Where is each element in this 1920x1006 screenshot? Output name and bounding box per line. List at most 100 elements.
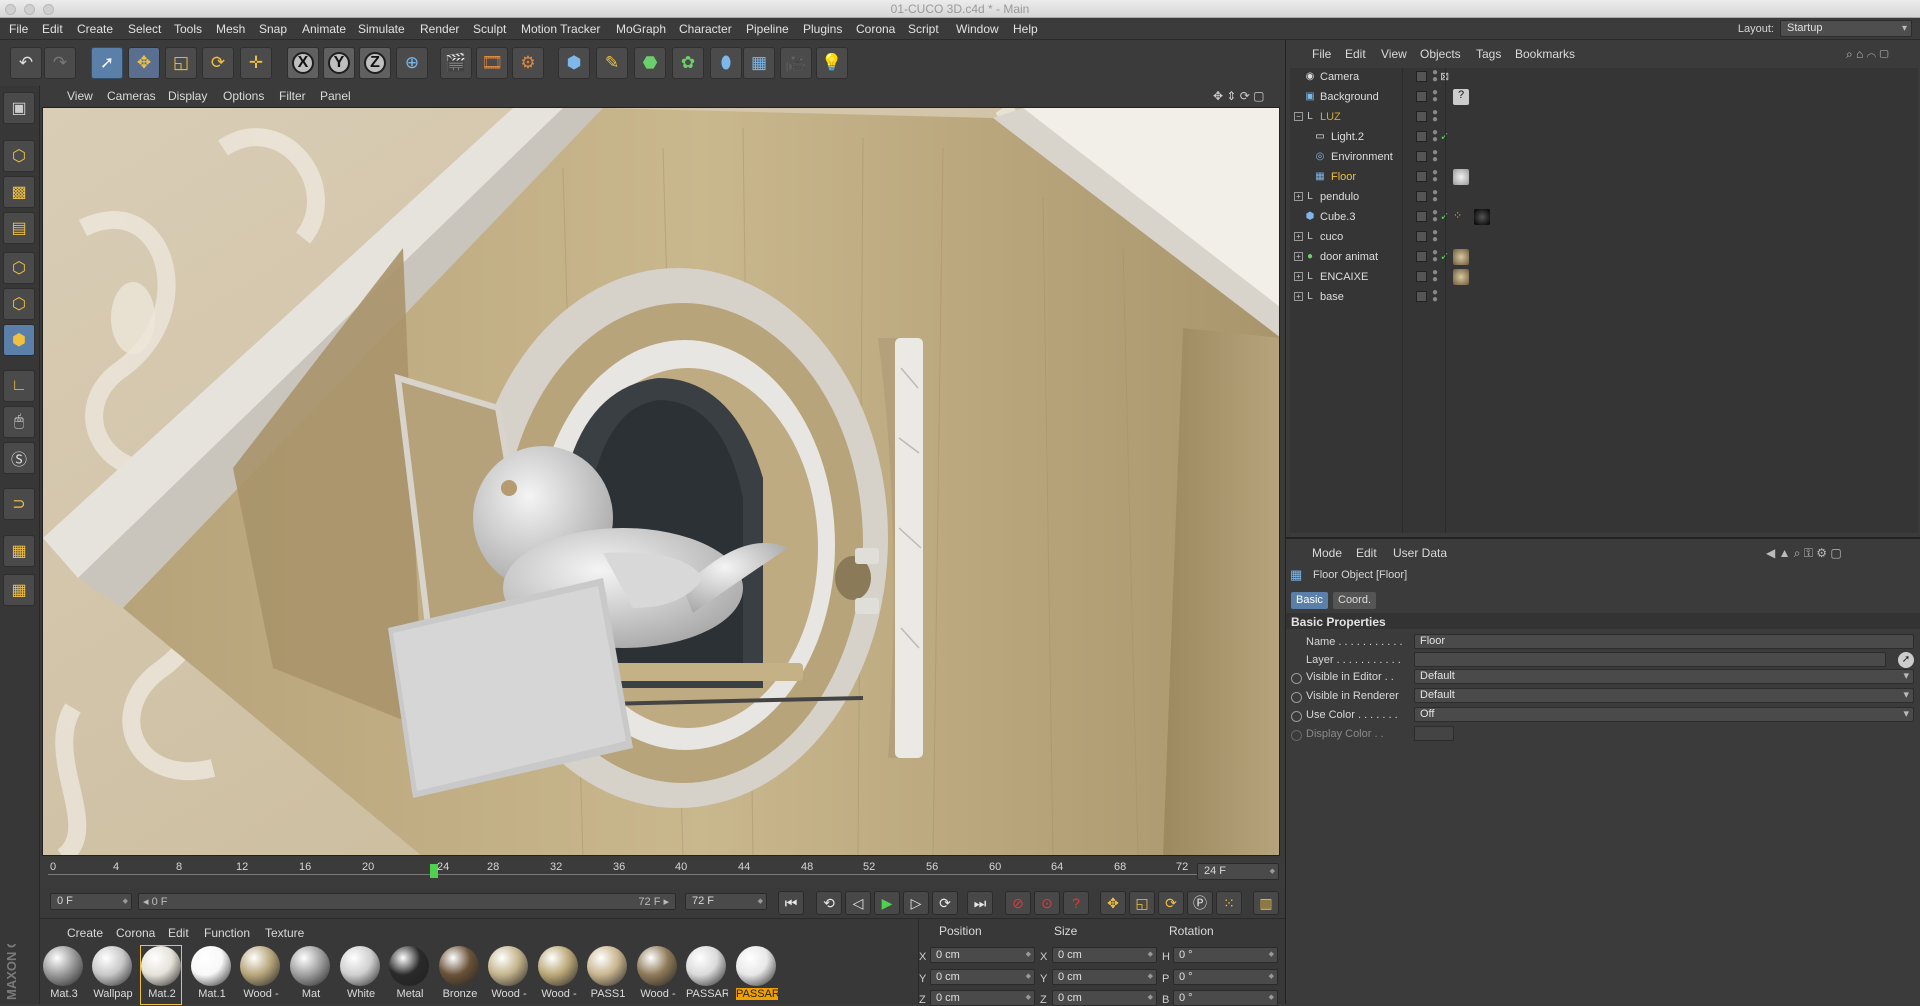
name-field[interactable]: Floor	[1414, 634, 1914, 649]
record-active-icon[interactable]: ⊘	[1005, 891, 1031, 915]
current-frame-field[interactable]: 24 F	[1197, 863, 1279, 880]
move-tool-icon[interactable]: ✥	[128, 47, 160, 79]
expand-icon[interactable]: +	[1294, 292, 1303, 301]
object-row-background[interactable]: ▣ Background ● ● ?	[1290, 88, 1918, 106]
objmenu-tags[interactable]: Tags	[1476, 47, 1501, 61]
render-picture-viewer-icon[interactable]: 🎞	[476, 47, 508, 79]
attr-menu-user-data[interactable]: User Data	[1393, 546, 1447, 560]
object-row-luz[interactable]: − L LUZ ● ●	[1290, 108, 1918, 126]
rot-h-field[interactable]: 0 °	[1173, 947, 1278, 963]
menu-simulate[interactable]: Simulate	[358, 22, 405, 36]
parameter-key-icon[interactable]: Ⓟ	[1187, 891, 1213, 915]
collapse-icon[interactable]: −	[1294, 112, 1303, 121]
object-row-encaixe[interactable]: + L ENCAIXE ● ●	[1290, 268, 1918, 286]
pos-x-field[interactable]: 0 cm	[930, 947, 1035, 963]
viewport-menu-panel[interactable]: Panel	[320, 89, 351, 103]
expand-icon[interactable]: +	[1294, 252, 1303, 261]
visibility-dots[interactable]: ● ●	[1432, 288, 1438, 305]
layer-pick-icon[interactable]: ➚	[1898, 652, 1914, 668]
live-selection-icon[interactable]: ➚	[91, 47, 123, 79]
viewport-nav-icon[interactable]: ✥ ⇕ ⟳ ▢	[1213, 89, 1265, 103]
expand-icon[interactable]: +	[1294, 232, 1303, 241]
material-swatch[interactable]: PASS1	[587, 946, 627, 1004]
next-key-icon[interactable]: ⟳	[932, 891, 958, 915]
viewport-3d[interactable]	[42, 107, 1280, 856]
y-axis-lock-icon[interactable]: Y	[323, 47, 355, 79]
material-tag-icon[interactable]	[1453, 269, 1469, 285]
material-tag-icon[interactable]: ?	[1453, 89, 1469, 105]
snapping-icon[interactable]: ⊃	[3, 488, 35, 520]
menu-snap[interactable]: Snap	[259, 22, 287, 36]
light-icon[interactable]: 💡	[816, 47, 848, 79]
objmenu-search-icon[interactable]: ⌕ ⌂ ⌒ ▢	[1846, 47, 1889, 62]
tab-coord[interactable]: Coord.	[1333, 592, 1377, 609]
material-menu-edit[interactable]: Edit	[168, 926, 189, 940]
visible-in-renderer-dropdown[interactable]: Default	[1414, 688, 1914, 703]
animate-toggle[interactable]	[1291, 673, 1302, 684]
visibility-dots[interactable]: ● ●	[1432, 128, 1438, 145]
rotation-key-icon[interactable]: ⟳	[1158, 891, 1184, 915]
object-row-base[interactable]: + L base ● ●	[1290, 288, 1918, 306]
x-axis-lock-icon[interactable]: X	[287, 47, 319, 79]
previous-key-icon[interactable]: ⟲	[816, 891, 842, 915]
menu-pipeline[interactable]: Pipeline	[746, 22, 789, 36]
menu-plugins[interactable]: Plugins	[803, 22, 842, 36]
object-row-cube3[interactable]: ⬢ Cube.3 ●● ✓ ⁘	[1290, 208, 1918, 226]
time-range-slider[interactable]: ◂ 0 F 72 F ▸	[138, 893, 676, 910]
layer-toggle[interactable]	[1416, 251, 1427, 262]
objmenu-view[interactable]: View	[1381, 47, 1407, 61]
workplane-icon[interactable]: ▤	[3, 212, 35, 244]
layer-toggle[interactable]	[1416, 151, 1427, 162]
material-swatch[interactable]: Wood -	[637, 946, 677, 1004]
max-time-field[interactable]: 72 F	[685, 893, 767, 910]
object-row-floor[interactable]: ▦ Floor ● ●	[1290, 168, 1918, 186]
make-editable-icon[interactable]: ▣	[3, 92, 35, 124]
material-menu-create[interactable]: Create	[67, 926, 103, 940]
point-level-icon[interactable]: ⁙	[1216, 891, 1242, 915]
material-menu-corona[interactable]: Corona	[116, 926, 155, 940]
redo-icon[interactable]: ↷	[44, 47, 76, 79]
menu-render[interactable]: Render	[420, 22, 459, 36]
menu-script[interactable]: Script	[908, 22, 939, 36]
play-icon[interactable]: ▶	[874, 891, 900, 915]
object-row-environment[interactable]: ◎ Environment ● ●	[1290, 148, 1918, 166]
object-row-camera[interactable]: ◉ Camera ●● ⊠	[1290, 68, 1918, 86]
object-row-light2[interactable]: ▭ Light.2 ●● ✓	[1290, 128, 1918, 146]
go-to-end-icon[interactable]: ⏭	[967, 891, 993, 915]
position-key-icon[interactable]: ✥	[1100, 891, 1126, 915]
polygons-mode-icon[interactable]: ⬢	[3, 324, 35, 356]
attr-menu-mode[interactable]: Mode	[1312, 546, 1342, 560]
visibility-dots[interactable]: ● ●	[1432, 68, 1438, 85]
scale-tool-icon[interactable]: ◱	[165, 47, 197, 79]
animate-toggle[interactable]	[1291, 711, 1302, 722]
visibility-dots[interactable]: ● ●	[1432, 248, 1438, 265]
material-tag-icon[interactable]	[1474, 209, 1490, 225]
edges-mode-icon[interactable]: ⬡	[3, 288, 35, 320]
size-y-field[interactable]: 0 cm	[1052, 969, 1157, 985]
menu-motion-tracker[interactable]: Motion Tracker	[521, 22, 600, 36]
material-swatch[interactable]: Wood -	[240, 946, 280, 1004]
layout-dropdown[interactable]: Startup	[1780, 20, 1912, 37]
go-to-start-icon[interactable]: ⏮	[778, 891, 804, 915]
timeline-ruler[interactable]	[40, 858, 1285, 888]
timeline-window-icon[interactable]: ▥	[1253, 891, 1279, 915]
viewport-menu-display[interactable]: Display	[168, 89, 207, 103]
material-swatch[interactable]: Metal	[389, 946, 429, 1004]
visible-in-editor-dropdown[interactable]: Default	[1414, 669, 1914, 684]
layer-toggle[interactable]	[1416, 131, 1427, 142]
material-swatch[interactable]: Mat.2	[140, 945, 182, 1005]
min-time-field[interactable]: 0 F	[50, 893, 132, 910]
points-mode-icon[interactable]: ⬡	[3, 252, 35, 284]
undo-icon[interactable]: ↶	[10, 47, 42, 79]
rotate-tool-icon[interactable]: ⟳	[202, 47, 234, 79]
objmenu-objects[interactable]: Objects	[1420, 47, 1461, 61]
attr-nav-icons[interactable]: ◀ ▲ ⌕ ⚿ ⚙ ▢	[1766, 546, 1842, 561]
object-row-door-animat[interactable]: + ● door animat ●● ✓	[1290, 248, 1918, 266]
viewport-menu-view[interactable]: View	[67, 89, 93, 103]
material-swatch[interactable]: PASSAR	[736, 946, 778, 1004]
camera-icon[interactable]: 🎥	[780, 47, 812, 79]
layer-toggle[interactable]	[1416, 111, 1427, 122]
object-row-pendulo[interactable]: + L pendulo ● ●	[1290, 188, 1918, 206]
material-tag-icon[interactable]	[1453, 169, 1469, 185]
layer-toggle[interactable]	[1416, 71, 1427, 82]
